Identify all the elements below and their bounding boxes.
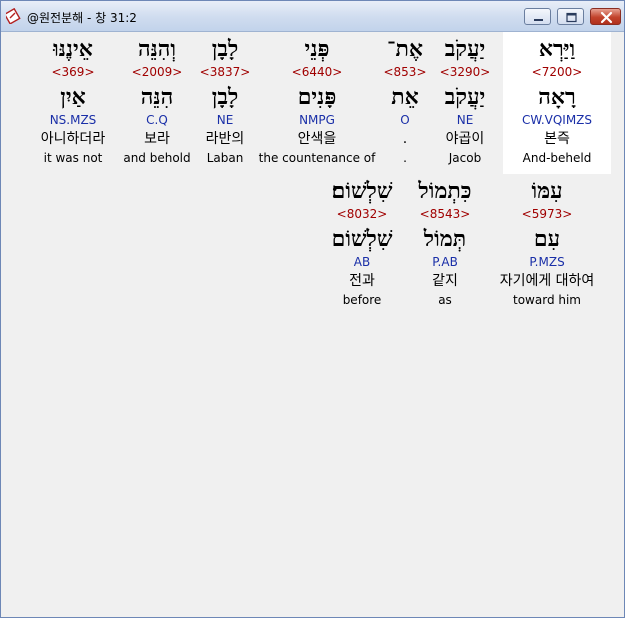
korean-gloss: 같지 [432,273,458,289]
strong-number[interactable]: <8032> [317,207,407,221]
hebrew-word: אֶת־ [387,36,423,62]
hebrew-lemma: אֵת [391,84,419,110]
korean-gloss: . [402,131,408,147]
hebrew-word: שִׁלְשׁוֹם׃ [331,178,393,204]
english-gloss: the countenance of [258,151,376,165]
maximize-button[interactable] [557,8,584,25]
strong-number[interactable]: <369> [25,65,121,79]
word-cell[interactable]: אֵינֶנּוּ <369> אַיִן NS.MZS 아니하더라 it wa… [25,32,121,174]
word-cell[interactable]: שִׁלְשׁוֹם׃ <8032> שִׁלְשׁוֹם AB 전과 befo… [317,174,407,316]
english-gloss: toward him [513,293,581,307]
word-cell[interactable]: וְהִנֵּה <2009> הִנֵּה C.Q 보라 and behold [111,32,203,174]
hebrew-word: כִּתְמוֹל [418,178,472,204]
korean-gloss: 본즉 [544,131,570,147]
hebrew-lemma: פָּנִים [297,84,337,110]
english-gloss: before [342,293,382,307]
bible-app-icon [6,8,21,24]
hebrew-word: וְהִנֵּה [137,36,177,62]
korean-gloss: 안색을 [297,131,337,147]
morphology-code: NMPG [299,113,335,127]
strong-number[interactable]: <853> [375,65,435,79]
morphology-code: NS.MZS [49,113,97,127]
english-gloss: it was not [43,151,103,165]
morphology-code: CW.VQIMZS [521,113,593,127]
app-window: @원전분해 - 창 31:2 וַיַּרְא <7200> רָאָה CW.… [0,0,625,618]
morphology-code: P.MZS [529,255,565,269]
strong-number[interactable]: <6440> [257,65,377,79]
hebrew-lemma: שִׁלְשׁוֹם [331,226,393,252]
word-cell[interactable]: כִּתְמוֹל <8543> תְּמוֹל P.AB 같지 as [405,174,485,316]
korean-gloss: 전과 [349,273,375,289]
english-gloss: and behold [123,151,191,165]
hebrew-lemma: תְּמוֹל [423,226,467,252]
english-gloss: as [438,293,452,307]
close-button[interactable] [590,8,621,25]
interlinear-view: וַיַּרְא <7200> רָאָה CW.VQIMZS 본즉 And-b… [7,32,618,612]
hebrew-word: וַיַּרְא [538,36,576,62]
word-cell[interactable]: עִמּוֹ <5973> עִם P.MZS 자기에게 대하여 toward … [489,174,605,316]
hebrew-word: פְּנֵי [304,36,330,62]
morphology-code: P.AB [432,255,458,269]
korean-gloss: 자기에게 대하여 [499,273,595,289]
word-cell[interactable]: אֶת־ <853> אֵת O . . [375,32,435,174]
hebrew-lemma: אַיִן [60,84,86,110]
korean-gloss: 보라 [144,131,170,147]
word-cell[interactable]: וַיַּרְא <7200> רָאָה CW.VQIMZS 본즉 And-b… [503,32,611,174]
word-cell[interactable]: פְּנֵי <6440> פָּנִים NMPG 안색을 the count… [257,32,377,174]
title-bar[interactable]: @원전분해 - 창 31:2 [1,1,624,32]
morphology-code: O [400,113,410,127]
strong-number[interactable]: <7200> [503,65,611,79]
minimize-button[interactable] [524,8,551,25]
korean-gloss: 아니하더라 [40,131,106,147]
hebrew-word: עִמּוֹ [531,178,563,204]
strong-number[interactable]: <5973> [489,207,605,221]
strong-number[interactable]: <2009> [111,65,203,79]
morphology-code: AB [353,255,371,269]
window-title: @원전분해 - 창 31:2 [27,11,137,25]
english-gloss: And-beheld [522,151,592,165]
hebrew-word: אֵינֶנּוּ [53,36,93,62]
english-gloss: . [403,151,407,165]
hebrew-lemma: רָאָה [538,84,576,110]
hebrew-lemma: הִנֵּה [140,84,174,110]
strong-number[interactable]: <8543> [405,207,485,221]
hebrew-lemma: עִם [533,226,561,252]
morphology-code: C.Q [146,113,168,127]
minimize-icon [534,19,543,21]
close-icon [600,11,613,24]
maximize-icon [566,12,577,23]
